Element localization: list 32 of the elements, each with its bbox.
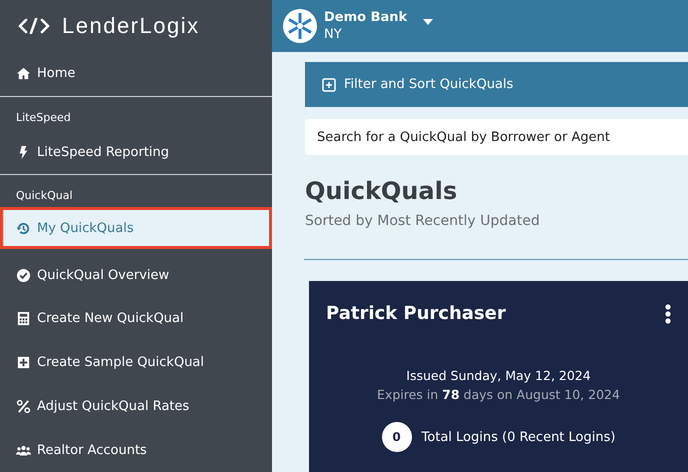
section-heading: QuickQual [15,188,74,204]
brand-name: LenderLogix [62,12,200,39]
section-heading: LiteSpeed [15,110,72,126]
search-field[interactable]: Search for a QuickQual by Borrower or Agent [305,119,688,155]
page-subtitle: Sorted by Most Recently Updated [305,213,541,229]
code-logo-icon [18,18,50,34]
check-circle-icon [16,268,31,282]
caret-icon[interactable] [423,19,434,25]
sidebar-item[interactable]: LiteSpeed Reporting [0,130,272,174]
sidebar-item[interactable]: Adjust QuickQual Rates [0,384,272,428]
sidebar-item[interactable]: Home [0,52,272,96]
percent-icon [16,398,31,414]
sidebar-item[interactable]: Create New QuickQual [0,296,272,341]
borrower-name: Patrick Purchaser [326,303,506,324]
filter-sort-bar[interactable]: Filter and Sort QuickQuals [305,62,688,107]
bank-name[interactable]: Demo Bank [324,9,408,26]
sidebar-item[interactable]: My QuickQuals [0,207,272,250]
login-count: 0 [382,422,412,452]
sidebar-item[interactable]: QuickQual Overview [0,253,272,297]
issued-date: Issued Sunday, May 12, 2024 [405,368,592,383]
expiry-info: Expires in 78 days on August 10, 2024 [376,387,621,402]
bank-state: NY [324,26,343,43]
bank-logo-icon [282,8,318,44]
more-options-icon[interactable] [665,304,671,324]
sidebar-item[interactable]: Create Sample QuickQual [0,340,272,384]
home-icon [16,66,31,82]
plus-square-icon [322,78,336,92]
page-title: QuickQuals [305,177,458,205]
sidebar-item[interactable]: Realtor Accounts [0,428,272,472]
calculator-icon [16,311,31,326]
history-icon [16,220,31,236]
logins-label: Total Logins (0 Recent Logins) [422,430,616,444]
